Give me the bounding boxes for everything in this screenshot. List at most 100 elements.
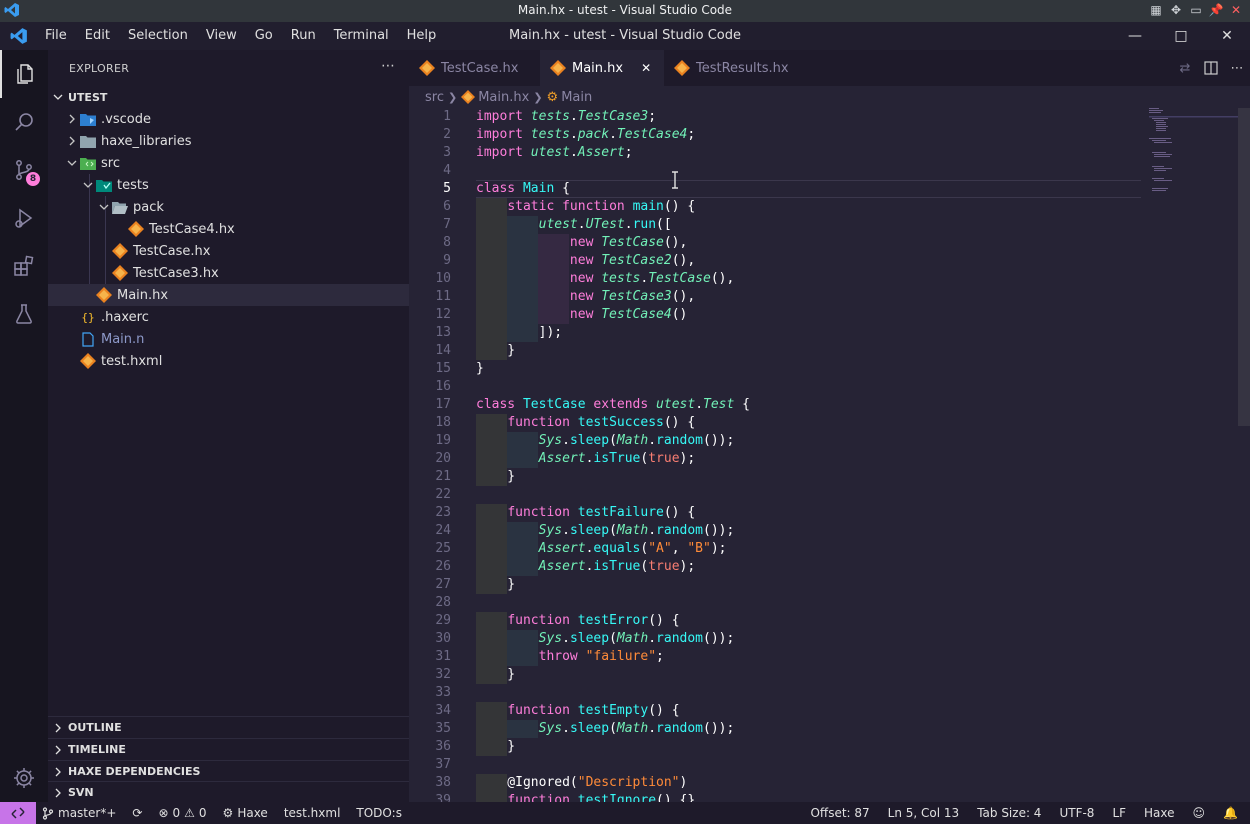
editor-scrollbar[interactable] bbox=[1238, 108, 1250, 802]
minimap[interactable] bbox=[1149, 108, 1239, 208]
language-status[interactable]: Haxe bbox=[1144, 806, 1175, 820]
split-editor-icon[interactable] bbox=[1198, 61, 1224, 75]
menu-go[interactable]: Go bbox=[246, 28, 282, 43]
explorer-activity[interactable] bbox=[0, 50, 48, 98]
bell-icon[interactable]: 🔔 bbox=[1223, 806, 1238, 820]
code-line[interactable]: new TestCase4() bbox=[476, 306, 687, 324]
code-line[interactable]: } bbox=[476, 360, 484, 378]
code-line[interactable]: function testFailure() { bbox=[476, 504, 695, 522]
code-line[interactable]: Sys.sleep(Math.random()); bbox=[476, 432, 735, 450]
maximize-button[interactable]: □ bbox=[1158, 22, 1204, 50]
tree-item-testcase[interactable]: TestCase.hx bbox=[48, 240, 409, 262]
menu-view[interactable]: View bbox=[197, 28, 246, 43]
pin-icon[interactable]: 📌 bbox=[1208, 2, 1224, 18]
code-line[interactable]: Sys.sleep(Math.random()); bbox=[476, 522, 735, 540]
code-line[interactable]: } bbox=[476, 468, 515, 486]
search-activity[interactable] bbox=[0, 98, 48, 146]
code-line[interactable]: class TestCase extends utest.Test { bbox=[476, 396, 750, 414]
code-line[interactable]: new tests.TestCase(), bbox=[476, 270, 734, 288]
tree-item-main-n[interactable]: Main.n bbox=[48, 328, 409, 350]
menu-file[interactable]: File bbox=[36, 28, 76, 43]
problems-status[interactable]: ⊗ 0 ⚠ 0 bbox=[158, 806, 206, 820]
tab-testresults[interactable]: TestResults.hx bbox=[664, 50, 809, 86]
code-line[interactable]: import tests.TestCase3; bbox=[476, 108, 656, 126]
minimize-button[interactable]: — bbox=[1112, 22, 1158, 50]
haxe-status[interactable]: ⚙ Haxe bbox=[223, 806, 268, 820]
breadcrumb-folder[interactable]: src bbox=[425, 90, 444, 105]
extensions-activity[interactable] bbox=[0, 242, 48, 290]
code-line[interactable]: utest.UTest.run([ bbox=[476, 216, 672, 234]
code-line[interactable]: @Ignored("Description") bbox=[476, 774, 687, 792]
code-line[interactable]: Sys.sleep(Math.random()); bbox=[476, 630, 735, 648]
code-line[interactable]: } bbox=[476, 738, 515, 756]
tree-item-haxe-libraries[interactable]: haxe_libraries bbox=[48, 130, 409, 152]
code-line[interactable]: Assert.isTrue(true); bbox=[476, 450, 696, 468]
svn-section[interactable]: SVN bbox=[48, 781, 409, 803]
remote-indicator[interactable] bbox=[0, 802, 36, 824]
breadcrumb-file[interactable]: Main.hx bbox=[478, 90, 529, 105]
tab-testcase[interactable]: TestCase.hx bbox=[409, 50, 540, 86]
eol-status[interactable]: LF bbox=[1112, 806, 1126, 820]
workspace-root[interactable]: UTEST bbox=[48, 86, 409, 108]
code-line[interactable]: Assert.isTrue(true); bbox=[476, 558, 696, 576]
tile-icon[interactable]: ▦ bbox=[1148, 2, 1164, 18]
menu-help[interactable]: Help bbox=[398, 28, 446, 43]
code-line[interactable]: } bbox=[476, 342, 515, 360]
menu-terminal[interactable]: Terminal bbox=[325, 28, 398, 43]
todo-status[interactable]: TODO:s bbox=[356, 806, 402, 820]
code-line[interactable]: function testIgnore() {} bbox=[476, 792, 695, 802]
tree-item-testcase4[interactable]: TestCase4.hx bbox=[48, 218, 409, 240]
code-line[interactable]: } bbox=[476, 666, 515, 684]
code-line[interactable]: function testSuccess() { bbox=[476, 414, 695, 432]
timeline-section[interactable]: TIMELINE bbox=[48, 738, 409, 760]
source-control-activity[interactable]: 8 bbox=[0, 146, 48, 194]
code-line[interactable]: } bbox=[476, 576, 515, 594]
code-line[interactable]: ]); bbox=[476, 324, 562, 342]
code-editor[interactable]: 1 import tests.TestCase3; 2 import tests.pa… bbox=[409, 108, 1250, 802]
code-line[interactable]: new TestCase3(), bbox=[476, 288, 695, 306]
code-line[interactable]: Assert.equals("A", "B"); bbox=[476, 540, 727, 558]
sync-icon[interactable]: ⟳ bbox=[132, 806, 142, 820]
code-line[interactable]: throw "failure"; bbox=[476, 648, 664, 666]
move-icon[interactable]: ✥ bbox=[1168, 2, 1184, 18]
close-icon[interactable]: ✕ bbox=[1228, 2, 1244, 18]
tree-item-pack[interactable]: pack bbox=[48, 196, 409, 218]
code-line[interactable]: import utest.Assert; bbox=[476, 144, 633, 162]
tree-item-haxerc[interactable]: {} .haxerc bbox=[48, 306, 409, 328]
menu-edit[interactable]: Edit bbox=[76, 28, 119, 43]
tree-item-testcase3[interactable]: TestCase3.hx bbox=[48, 262, 409, 284]
outline-section[interactable]: OUTLINE bbox=[48, 716, 409, 738]
code-line[interactable]: import tests.pack.TestCase4; bbox=[476, 126, 695, 144]
tree-item-src[interactable]: src bbox=[48, 152, 409, 174]
keep-above-icon[interactable]: ▭ bbox=[1188, 2, 1204, 18]
tab-main[interactable]: Main.hx ✕ bbox=[540, 50, 664, 86]
tree-item-test-hxml[interactable]: test.hxml bbox=[48, 350, 409, 372]
code-line[interactable]: new TestCase(), bbox=[476, 234, 687, 252]
manage-activity[interactable] bbox=[0, 754, 48, 802]
menu-selection[interactable]: Selection bbox=[119, 28, 197, 43]
menu-run[interactable]: Run bbox=[282, 28, 325, 43]
code-line[interactable]: class Main { bbox=[476, 180, 570, 198]
haxe-dependencies-section[interactable]: HAXE DEPENDENCIES bbox=[48, 760, 409, 782]
run-debug-activity[interactable] bbox=[0, 194, 48, 242]
feedback-icon[interactable]: ☺ bbox=[1193, 806, 1206, 820]
testing-activity[interactable] bbox=[0, 290, 48, 338]
tree-item-tests[interactable]: tests bbox=[48, 174, 409, 196]
tree-item-main[interactable]: Main.hx bbox=[48, 284, 409, 306]
branch-status[interactable]: master*+ bbox=[42, 806, 116, 820]
code-line[interactable]: new TestCase2(), bbox=[476, 252, 695, 270]
tab-size-status[interactable]: Tab Size: 4 bbox=[977, 806, 1041, 820]
more-actions-icon[interactable]: ⋯ bbox=[381, 58, 395, 74]
tree-item-vscode[interactable]: .vscode bbox=[48, 108, 409, 130]
offset-status[interactable]: Offset: 87 bbox=[810, 806, 869, 820]
code-line[interactable]: Sys.sleep(Math.random()); bbox=[476, 720, 735, 738]
code-line[interactable]: function testError() { bbox=[476, 612, 679, 630]
close-tab-icon[interactable]: ✕ bbox=[641, 61, 651, 75]
encoding-status[interactable]: UTF-8 bbox=[1059, 806, 1094, 820]
code-line[interactable]: function testEmpty() { bbox=[476, 702, 679, 720]
code-line[interactable]: static function main() { bbox=[476, 198, 695, 216]
cursor-position-status[interactable]: Ln 5, Col 13 bbox=[888, 806, 960, 820]
more-actions-icon[interactable]: ⋯ bbox=[1224, 61, 1250, 76]
hxml-status[interactable]: test.hxml bbox=[284, 806, 341, 820]
compare-changes-icon[interactable]: ⇄ bbox=[1172, 61, 1198, 76]
